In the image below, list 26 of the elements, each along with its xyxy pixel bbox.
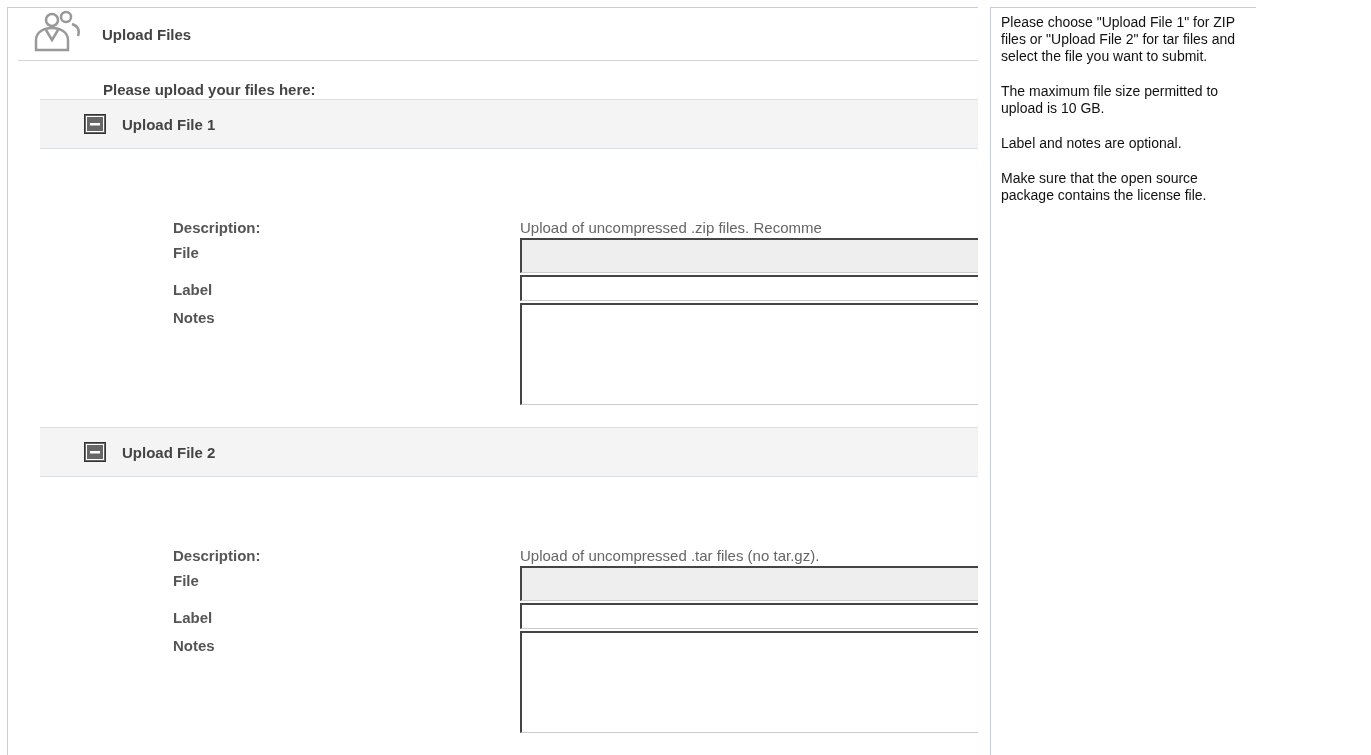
notes-field[interactable] [520,631,978,733]
field-label: Label [173,609,214,626]
file-field[interactable] [520,566,978,601]
field-label: Notes [173,637,216,654]
help-text: Label and notes are optional. [1001,135,1183,152]
help-text: The maximum file size permitted to upload is 10 GB. [1001,83,1220,117]
field-label: Description: [173,219,262,236]
section-title: Upload File 1 [122,115,216,133]
field-label: File [173,572,200,589]
help-text: Please choose "Upload File 1" for ZIP files or "Upload File 2" for tar files and select the file you want to submit. [1001,14,1237,65]
section-title: Upload File 2 [122,443,216,461]
collapse-button[interactable] [84,442,106,462]
description-text: Upload of uncompressed .tar files (no tar.gz). [520,547,821,564]
field-label: Label [173,281,214,298]
notes-field[interactable] [520,303,978,405]
field-label: Description: [173,547,262,564]
collapse-button[interactable] [84,114,106,134]
label-field[interactable] [520,275,978,301]
label-field[interactable] [520,603,978,629]
field-label: File [173,244,200,261]
description-text: Upload of uncompressed .zip files. Recomme [520,219,823,236]
help-text: Make sure that the open source package contains the license file. [1001,170,1208,204]
field-label: Notes [173,309,216,326]
intro-text: Please upload your files here: [102,80,317,99]
page-title: Upload Files [102,25,192,43]
file-field[interactable] [520,238,978,273]
